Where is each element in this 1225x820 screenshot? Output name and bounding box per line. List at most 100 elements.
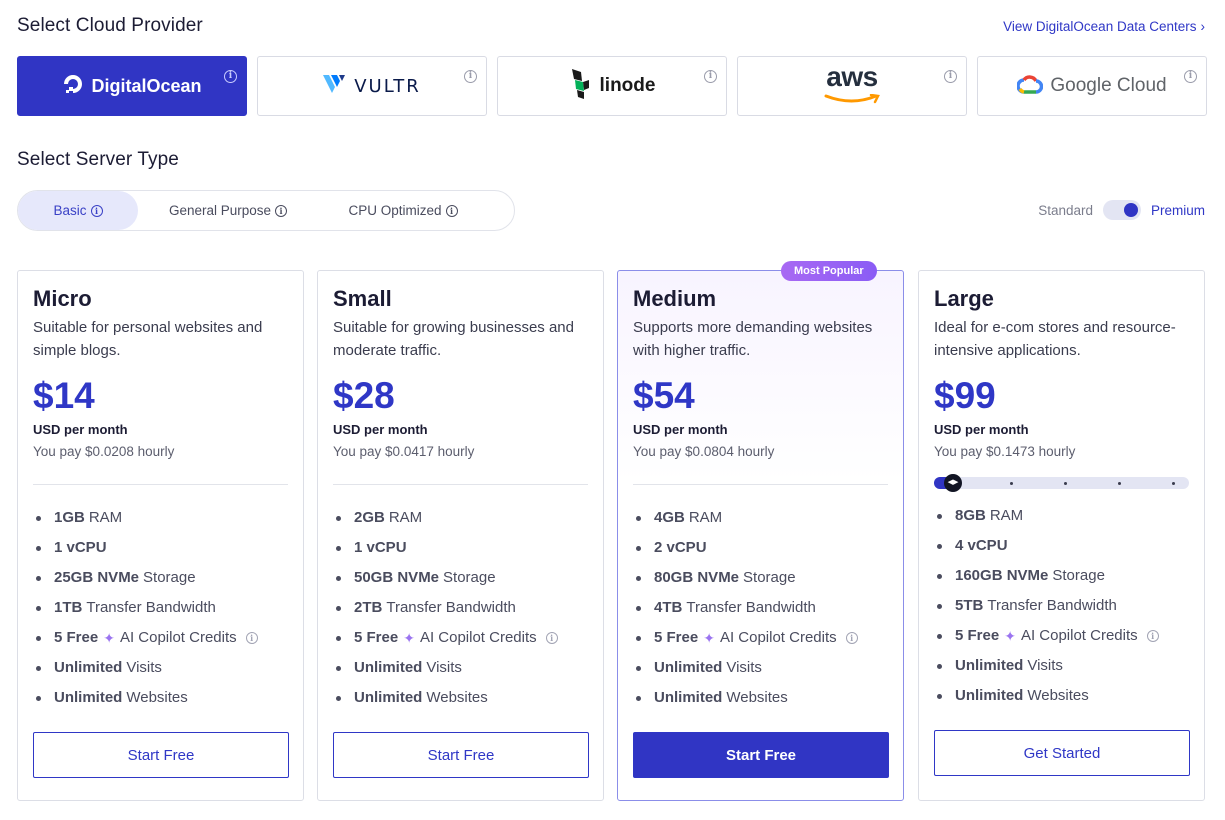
feature-item: 4TB Transfer Bandwidth [633,598,858,628]
feature-value: 4 vCPU [955,537,1008,554]
premium-toggle[interactable] [1102,200,1141,220]
plan-card-small: Small Suitable for growing businesses an… [317,270,604,801]
feature-item: 4GB RAM [633,508,858,538]
feature-list: 4GB RAM 2 vCPU 80GB NVMe Storage 4TB Transfer … [633,508,858,718]
plan-period: USD per month [633,422,728,437]
divider [33,484,288,485]
plan-name: Medium [633,286,717,311]
feature-item: 160GB NVMe Storage [934,566,1159,596]
feature-item: Unlimited Websites [33,688,258,718]
feature-item: 1 vCPU [333,538,558,568]
provider-name: VULTR [354,75,421,97]
feature-value: 25GB NVMe [54,569,140,586]
feature-label: RAM [88,509,123,526]
tab-label: CPU Optimized [348,203,442,218]
info-icon[interactable]: i [245,632,258,644]
bullet-icon [636,666,641,671]
feature-value: 50GB NVMe [354,569,440,586]
bullet-icon [36,696,41,701]
slider-step-dot[interactable] [1010,481,1013,485]
linode-logo-icon [569,68,593,105]
bullet-icon [36,516,41,521]
provider-linode[interactable]: linode i [497,56,727,116]
feature-label: Visits [1027,657,1063,674]
info-icon[interactable]: i [90,204,103,217]
feature-item: 1 vCPU [33,538,258,568]
feature-label: Websites [426,689,488,706]
info-icon[interactable]: i [845,632,858,644]
info-icon[interactable]: i [275,204,288,217]
feature-value: Unlimited [54,659,123,676]
provider-name: aws [826,61,878,92]
provider-vultr[interactable]: VULTR i [257,56,487,116]
toggle-label-standard: Standard [1038,202,1093,218]
info-icon[interactable]: i [445,204,458,217]
plan-hourly: You pay $0.1473 hourly [934,444,1076,459]
feature-value: 5 Free [654,629,699,646]
feature-value: 4GB [654,509,685,526]
feature-value: 1 vCPU [54,539,107,556]
feature-value: 5 Free [955,627,1000,644]
size-slider[interactable]: ◀▶ [934,474,1189,492]
info-icon[interactable]: i [1184,70,1197,83]
bullet-icon [336,606,341,611]
provider-aws[interactable]: aws i [737,56,967,116]
feature-item: 2 vCPU [633,538,858,568]
provider-digitalocean[interactable]: DigitalOcean i [17,56,247,116]
start-free-button[interactable]: Start Free [33,732,289,778]
slider-handle[interactable]: ◀▶ [944,474,962,492]
slider-step-dot[interactable] [1118,481,1121,485]
bullet-icon [336,546,341,551]
plan-price: $99 [934,375,996,416]
start-free-button[interactable]: Start Free [633,732,889,778]
plan-price: $14 [33,375,95,416]
feature-value: 8GB [955,507,986,524]
bullet-icon [636,696,641,701]
standard-premium-toggle-group: Standard Premium [1038,200,1205,220]
feature-label: Storage [143,569,196,586]
plan-price: $54 [633,375,695,416]
feature-label: Websites [726,689,788,706]
plan-name: Large [934,286,994,311]
feature-item: Unlimited Visits [934,656,1159,686]
bullet-icon [336,666,341,671]
feature-value: 80GB NVMe [654,569,740,586]
bullet-icon [336,576,341,581]
bullet-icon [36,606,41,611]
feature-label: RAM [388,509,423,526]
feature-item: 5 Free ✦ AI Copilot Credits i [633,628,858,658]
feature-value: 1 vCPU [354,539,407,556]
tab-general-purpose[interactable]: General Purpose i [138,191,318,230]
info-icon[interactable]: i [464,70,477,83]
start-free-button[interactable]: Start Free [333,732,589,778]
feature-label: AI Copilot Credits [119,629,237,646]
feature-value: 5 Free [54,629,99,646]
tab-cpu-optimized[interactable]: CPU Optimized i [318,191,488,230]
slider-step-dot[interactable] [1172,481,1175,485]
feature-label: Transfer Bandwidth [86,599,216,616]
feature-item: 5 Free ✦ AI Copilot Credits i [934,626,1159,656]
info-icon[interactable]: i [1146,630,1159,642]
tab-basic[interactable]: Basic i [18,191,138,230]
feature-list: 2GB RAM 1 vCPU 50GB NVMe Storage 2TB Transfer … [333,508,558,718]
tab-label: General Purpose [168,203,272,218]
server-section-title: Select Server Type [17,149,179,170]
bullet-icon [636,546,641,551]
feature-value: Unlimited [654,659,723,676]
slider-step-dot[interactable] [1064,481,1067,485]
info-icon[interactable]: i [944,70,957,83]
bullet-icon [937,514,942,519]
get-started-button[interactable]: Get Started [934,730,1190,776]
info-icon[interactable]: i [704,70,717,83]
data-centers-link[interactable]: View DigitalOcean Data Centers › [1003,19,1205,34]
feature-label: AI Copilot Credits [419,629,537,646]
info-icon[interactable]: i [545,632,558,644]
feature-item: 2GB RAM [333,508,558,538]
plan-description: Suitable for personal websites and simpl… [33,319,263,359]
feature-value: 5TB [955,597,984,614]
provider-google-cloud[interactable]: Google Cloud i [977,56,1207,116]
bullet-icon [636,516,641,521]
feature-label: Visits [126,659,162,676]
feature-list: 8GB RAM 4 vCPU 160GB NVMe Storage 5TB Transfer… [934,506,1159,716]
info-icon[interactable]: i [224,70,237,83]
